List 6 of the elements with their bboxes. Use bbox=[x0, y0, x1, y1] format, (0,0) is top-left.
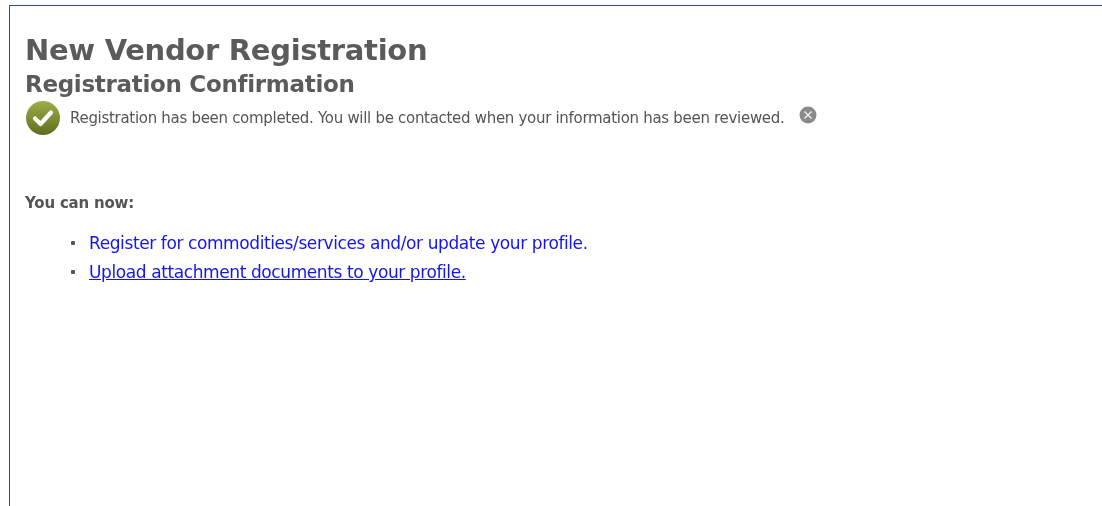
action-link[interactable]: Register for commodities/services and/or update your profile. bbox=[89, 232, 588, 254]
list-heading: You can now: bbox=[25, 194, 136, 212]
page-title: New Vendor Registration bbox=[25, 32, 429, 68]
section-title: Registration Confirmation bbox=[25, 70, 356, 98]
confirmation-message: Registration has been completed. You will be contacted when your information has been reviewed. bbox=[70, 109, 785, 127]
action-link[interactable]: Upload attachment documents to your profile. bbox=[89, 261, 466, 283]
